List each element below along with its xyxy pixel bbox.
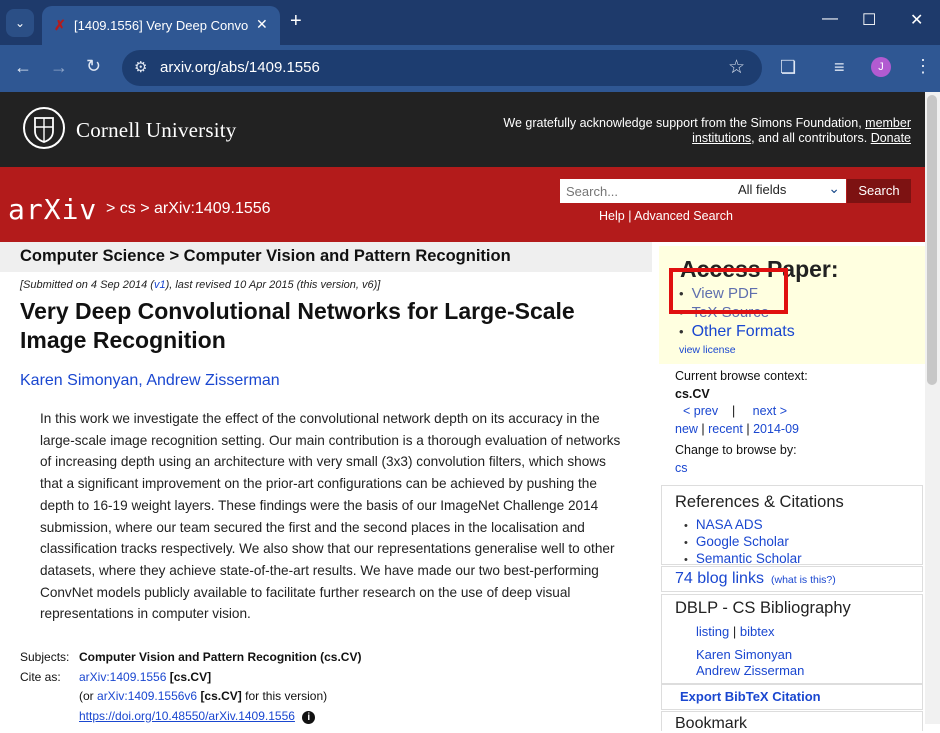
profile-avatar[interactable]: J <box>871 57 891 77</box>
recent-link[interactable]: recent <box>708 422 743 436</box>
dblp-box: DBLP - CS Bibliography listing | bibtex … <box>661 594 923 684</box>
other-formats-link[interactable]: • Other Formats <box>679 322 795 341</box>
dateline-pre: [Submitted on 4 Sep 2014 ( <box>20 279 154 291</box>
next-link[interactable]: next > <box>753 404 787 418</box>
browser-tab[interactable]: ✗ [1409.1556] Very Deep Convolu ✕ <box>42 6 280 45</box>
other-formats-label: Other Formats <box>691 323 795 340</box>
window-minimize-icon[interactable]: — <box>822 10 838 28</box>
prev-next-separator: | <box>732 404 736 418</box>
dblp-bibtex-link[interactable]: bibtex <box>740 624 775 639</box>
bookmark-heading: Bookmark <box>675 715 748 732</box>
search-button[interactable]: Search <box>847 179 911 203</box>
donate-link[interactable]: Donate <box>871 131 911 145</box>
or-post: for this version) <box>245 689 328 703</box>
paper-title: Very Deep Convolutional Networks for Lar… <box>20 298 575 353</box>
scrollbar-thumb[interactable] <box>927 95 937 385</box>
context-value: cs.CV <box>675 386 710 401</box>
arxiv-logo[interactable]: arXiv <box>8 193 97 226</box>
tab-close-icon[interactable]: ✕ <box>256 16 268 33</box>
ack-mid-text: , and all contributors. <box>751 131 868 145</box>
change-label: Change to browse by: <box>675 443 797 457</box>
prev-link[interactable]: < prev <box>683 404 718 418</box>
tab-title: [1409.1556] Very Deep Convolu <box>74 18 249 33</box>
month-link[interactable]: 2014-09 <box>753 422 799 436</box>
search-field-value: All fields <box>738 182 787 197</box>
arxiv-header: arXiv > cs > arXiv:1409.1556 All fields … <box>0 167 925 242</box>
nasa-ads-label: NASA ADS <box>695 517 763 532</box>
ack-text: We gratefully acknowledge support from t… <box>503 116 862 130</box>
cornell-seal-icon <box>23 107 65 149</box>
info-icon[interactable]: i <box>302 710 316 724</box>
browser-menu-icon[interactable]: ⋮ <box>914 56 932 77</box>
google-scholar-label: Google Scholar <box>695 534 789 549</box>
bookmark-star-icon[interactable]: ☆ <box>728 56 745 79</box>
dateline-post: ), last revised 10 Apr 2015 (this versio… <box>165 279 381 291</box>
browse-cs-link[interactable]: cs <box>675 461 688 475</box>
subjects-label: Subjects: <box>20 650 70 664</box>
new-link[interactable]: new <box>675 422 698 436</box>
search-field-select[interactable]: All fields ⌄ <box>730 179 846 203</box>
blog-links-link[interactable]: 74 blog links <box>675 570 764 588</box>
cornell-university-logo[interactable]: Cornell University <box>76 118 237 143</box>
author-link[interactable]: Karen Simonyan <box>20 372 138 389</box>
breadcrumb: > cs > arXiv:1409.1556 <box>106 200 271 217</box>
highlight-box <box>669 268 788 314</box>
submission-dateline: [Submitted on 4 Sep 2014 (v1), last revi… <box>20 279 380 291</box>
window-maximize-icon[interactable]: ☐ <box>862 10 876 30</box>
address-bar[interactable]: ⚙ arxiv.org/abs/1409.1556 ☆ <box>122 50 762 86</box>
or-pre: (or <box>79 689 94 703</box>
browser-tab-bar: ⌄ ✗ [1409.1556] Very Deep Convolu ✕ + — … <box>0 0 940 45</box>
dblp-author-link[interactable]: Andrew Zisserman <box>696 663 804 679</box>
media-queue-icon[interactable]: ≡ <box>834 57 845 78</box>
export-bibtex-link[interactable]: Export BibTeX Citation <box>680 689 821 704</box>
arxiv-favicon-icon: ✗ <box>54 17 66 33</box>
extensions-puzzle-icon[interactable]: ❏ <box>780 57 796 78</box>
back-arrow-icon[interactable]: ← <box>14 57 32 78</box>
subjects-value: Computer Vision and Pattern Recognition … <box>79 650 362 664</box>
author-list: Karen Simonyan, Andrew Zisserman <box>20 372 280 389</box>
subject-heading-text: Computer Science > Computer Vision and P… <box>20 247 511 265</box>
view-license-link[interactable]: view license <box>679 344 736 356</box>
site-settings-icon[interactable]: ⚙ <box>134 58 147 76</box>
abstract: In this work we investigate the effect o… <box>40 411 621 622</box>
tab-search-chevron-icon[interactable]: ⌄ <box>6 9 34 37</box>
cite-as-label: Cite as: <box>20 669 61 684</box>
export-box: Export BibTeX Citation <box>661 684 923 710</box>
new-tab-plus-icon[interactable]: + <box>290 10 302 33</box>
reload-icon[interactable]: ↻ <box>86 56 101 77</box>
search-input[interactable] <box>560 179 730 203</box>
version-v1-link[interactable]: v1 <box>154 279 166 291</box>
references-heading: References & Citations <box>675 493 844 511</box>
window-close-icon[interactable]: ✕ <box>910 10 923 30</box>
blog-links-box: 74 blog links (what is this?) <box>661 566 923 592</box>
what-is-this-link[interactable]: (what is this?) <box>771 574 836 586</box>
subject-heading: Computer Science > Computer Vision and P… <box>0 242 652 272</box>
nasa-ads-link[interactable]: • NASA ADS <box>684 517 802 534</box>
cite-link[interactable]: arXiv:1409.1556 <box>79 670 166 684</box>
browser-toolbar: ← → ↻ ⚙ arxiv.org/abs/1409.1556 ☆ ❏ ≡ J … <box>0 45 940 92</box>
bookmark-box: Bookmark <box>661 711 923 732</box>
dblp-author-link[interactable]: Karen Simonyan <box>696 647 804 663</box>
advanced-search-link[interactable]: Advanced Search <box>634 209 733 223</box>
help-links: Help | Advanced Search <box>599 209 733 223</box>
cornell-header: Cornell University We gratefully acknowl… <box>0 92 925 167</box>
semantic-scholar-label: Semantic Scholar <box>695 551 802 566</box>
cite-tag: [cs.CV] <box>169 669 212 684</box>
doi-link[interactable]: https://doi.org/10.48550/arXiv.1409.1556 <box>79 709 295 723</box>
dblp-listing-link[interactable]: listing <box>696 624 729 639</box>
forward-arrow-icon[interactable]: → <box>50 57 68 78</box>
or-tag: [cs.CV] <box>200 689 242 703</box>
help-link[interactable]: Help <box>599 209 625 223</box>
dblp-heading: DBLP - CS Bibliography <box>675 599 851 617</box>
references-box: References & Citations • NASA ADS • Google… <box>661 485 923 566</box>
url-text: arxiv.org/abs/1409.1556 <box>160 59 320 76</box>
context-label: Current browse context: <box>675 369 808 383</box>
browse-context: Current browse context: cs.CV < prev | n… <box>675 368 915 477</box>
versioned-cite-link[interactable]: arXiv:1409.1556v6 <box>97 689 197 703</box>
author-link[interactable]: Andrew Zisserman <box>146 372 279 389</box>
acknowledgement: We gratefully acknowledge support from t… <box>491 116 911 146</box>
google-scholar-link[interactable]: • Google Scholar <box>684 534 802 551</box>
chevron-down-icon: ⌄ <box>828 180 840 196</box>
